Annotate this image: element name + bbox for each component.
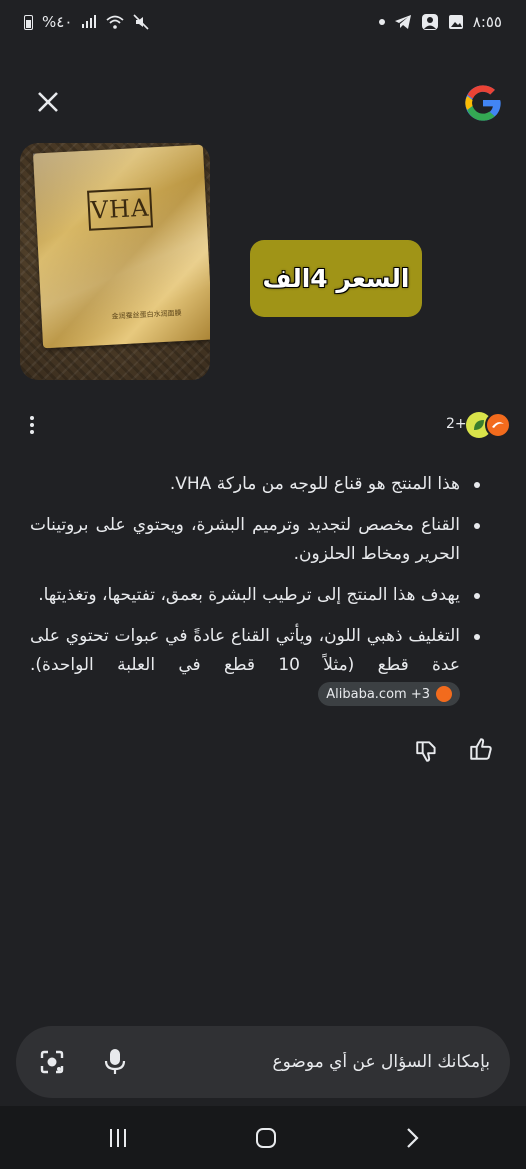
notification-dot-icon [378,19,385,25]
more-dot [30,423,34,427]
lens-icon[interactable] [38,1048,66,1076]
mute-icon [133,14,149,30]
answer-text: هذا المنتج هو قناع للوجه من ماركة VHA. ا… [30,470,484,721]
sources-count[interactable]: 2+ [446,416,467,432]
answer-bullet: التغليف ذهبي اللون، ويأتي القناع عادةً ف… [30,622,484,709]
recent-apps-icon[interactable] [105,1126,133,1150]
alibaba-chip-icon [436,686,452,702]
battery-percent: %٤٠ [42,13,73,31]
telegram-icon [394,15,411,29]
mic-icon[interactable] [102,1048,128,1076]
price-tag: السعر 4الف [250,240,422,317]
google-logo-icon [465,85,501,121]
close-icon [38,92,58,112]
back-icon[interactable] [398,1126,426,1150]
product-image[interactable]: VHA 金润蚕丝蛋白水润面膜 [20,143,210,380]
answer-bullet: القناع مخصص لتجديد وترميم البشرة، ويحتوي… [30,511,484,569]
status-right: ٨:٥٥ [378,13,502,31]
nav-bar [0,1106,526,1169]
more-dot [30,430,34,434]
close-button[interactable] [30,84,66,120]
thumbs-up-icon[interactable] [468,736,494,762]
home-icon[interactable] [252,1126,280,1150]
battery-icon [24,14,33,30]
status-bar: %٤٠ ٨:٥٥ [0,0,526,44]
thumbs-down-icon[interactable] [414,738,440,764]
wifi-icon [106,15,124,29]
ask-input[interactable] [160,1026,490,1098]
alibaba-favicon-icon[interactable] [485,412,511,438]
gallery-icon [448,15,463,29]
more-dot [30,416,34,420]
avatar-notification-icon [421,14,438,30]
alibaba-logo-icon [492,422,504,428]
ask-bar [16,1026,510,1098]
status-time: ٨:٥٥ [472,13,502,31]
sources-row: 2+ [0,408,526,442]
status-left: %٤٠ [24,13,149,31]
answer-bullet-text: التغليف ذهبي اللون، ويأتي القناع عادةً ف… [30,626,460,675]
answer-bullet: هذا المنتج هو قناع للوجه من ماركة VHA. [30,470,484,499]
source-chip[interactable]: Alibaba.com +3 [318,682,460,706]
more-options-button[interactable] [22,412,42,438]
signal-icon [82,15,97,28]
answer-bullet: يهدف هذا المنتج إلى ترطيب البشرة بعمق، ت… [30,581,484,610]
source-chip-label: Alibaba.com +3 [326,686,430,702]
mask-packet: VHA 金润蚕丝蛋白水润面膜 [33,144,210,349]
answer-list: هذا المنتج هو قناع للوجه من ماركة VHA. ا… [30,470,484,709]
packet-brand: VHA [87,187,154,231]
